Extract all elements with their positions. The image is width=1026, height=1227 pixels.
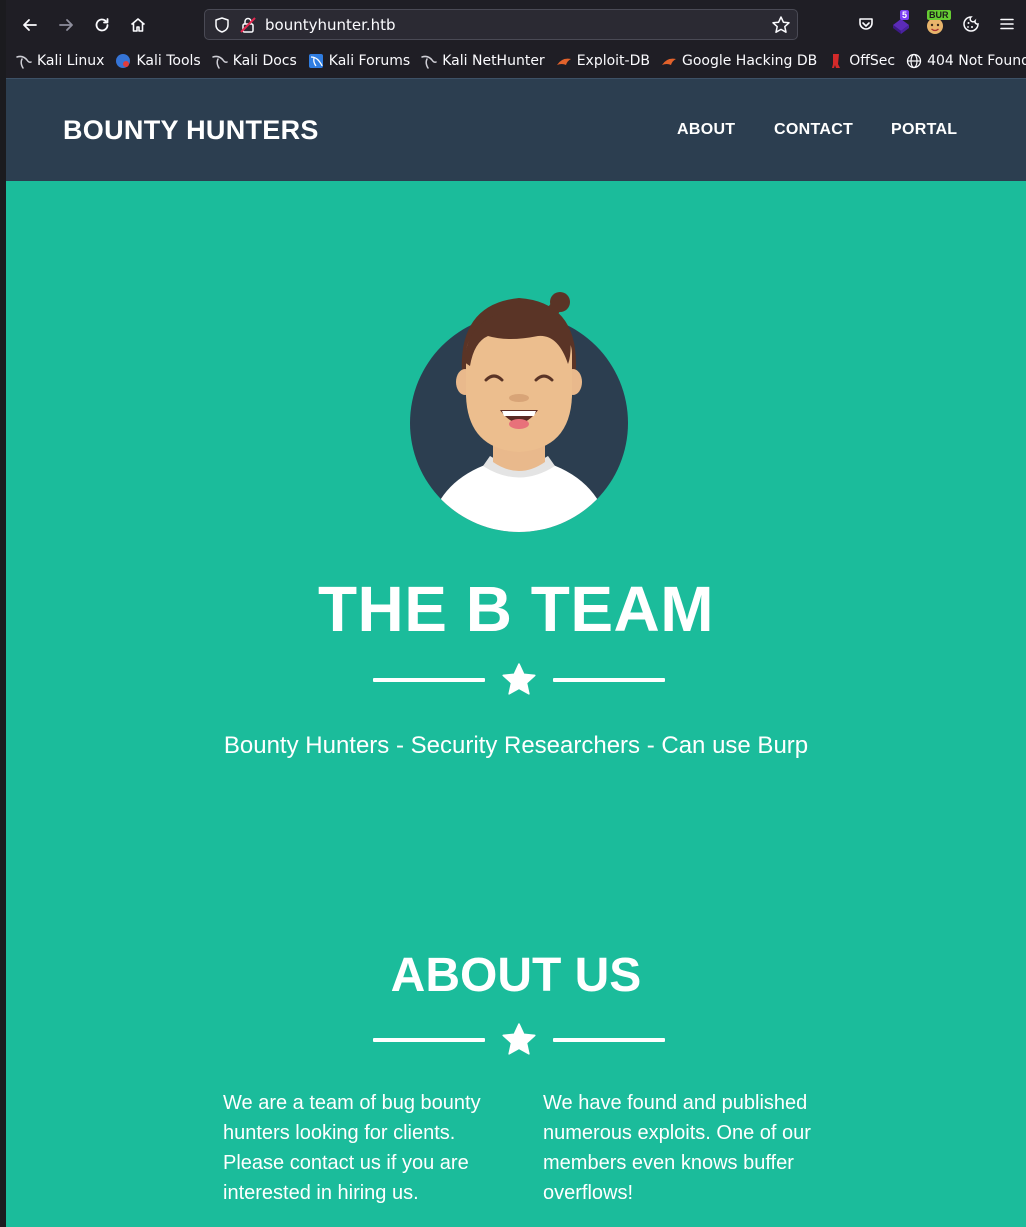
home-button[interactable] <box>124 11 152 39</box>
pocket-icon <box>859 18 873 30</box>
bookmark-kali-docs[interactable]: Kali Docs <box>211 53 297 69</box>
bookmark-label: Kali Linux <box>37 53 105 69</box>
burp-extension-button[interactable]: BUR <box>922 10 951 37</box>
bookmarks-toolbar: Kali Linux Kali Tools Kali Docs Kali For… <box>0 48 1026 74</box>
exploit-db-icon <box>556 58 571 65</box>
bookmark-404-not-found[interactable]: 404 Not Found <box>906 53 1026 69</box>
hero-star-divider <box>373 660 665 700</box>
insecure-lock-icon[interactable] <box>239 16 257 34</box>
divider-line <box>373 1038 485 1042</box>
bookmark-label: Kali Docs <box>232 53 297 69</box>
bookmark-label: Exploit-DB <box>576 53 650 69</box>
back-arrow-icon <box>23 19 37 31</box>
cookie-icon <box>963 16 979 32</box>
forward-button[interactable] <box>52 11 80 39</box>
site-brand-link[interactable]: BOUNTY HUNTERS <box>63 115 319 146</box>
bookmark-kali-forums[interactable]: Kali Forums <box>308 53 410 69</box>
exploit-db-icon <box>661 58 676 65</box>
window-left-edge <box>0 0 6 1227</box>
kali-dragon-icon <box>16 55 32 69</box>
bookmark-star-icon[interactable] <box>771 15 791 35</box>
extension-button[interactable]: 5 <box>888 10 914 37</box>
forward-arrow-icon <box>59 19 73 31</box>
url-text[interactable]: bountyhunter.htb <box>265 16 396 34</box>
address-bar[interactable]: bountyhunter.htb <box>204 9 798 40</box>
bookmark-google-hacking-db[interactable]: Google Hacking DB <box>661 53 817 69</box>
reload-icon <box>95 18 109 32</box>
browser-toolbar: bountyhunter.htb 5 BUR Kali Linux Kali T… <box>0 0 1026 78</box>
divider-line <box>553 1038 665 1042</box>
back-button[interactable] <box>16 11 44 39</box>
kali-forums-icon <box>308 54 323 68</box>
divider-line <box>373 678 485 682</box>
about-text-right: We have found and published numerous exp… <box>543 1092 811 1204</box>
bookmark-kali-tools[interactable]: Kali Tools <box>115 53 201 69</box>
kali-dragon-icon <box>421 55 437 69</box>
about-text-left: We are a team of bug bounty hunters look… <box>223 1092 481 1204</box>
site-navbar: BOUNTY HUNTERS ABOUT CONTACT PORTAL <box>6 78 1026 181</box>
hero-title: THE B TEAM <box>317 573 715 645</box>
extension-badge: 5 <box>900 10 910 20</box>
bookmark-exploit-db[interactable]: Exploit-DB <box>556 53 650 69</box>
bookmark-label: OffSec <box>849 53 896 69</box>
hero-subtitle: Bounty Hunters - Security Researchers - … <box>223 732 809 759</box>
globe-icon <box>906 53 922 69</box>
bookmark-label: Kali NetHunter <box>442 53 545 69</box>
bookmark-kali-linux[interactable]: Kali Linux <box>16 53 104 69</box>
offsec-icon <box>832 54 841 68</box>
bookmark-kali-nethunter[interactable]: Kali NetHunter <box>421 53 545 69</box>
about-star-divider <box>373 1020 665 1060</box>
home-icon <box>130 18 146 32</box>
kali-dragon-icon <box>211 55 228 69</box>
reload-button[interactable] <box>88 11 116 39</box>
bookmark-offsec[interactable]: OffSec <box>828 53 895 69</box>
divider-line <box>553 678 665 682</box>
avatar-illustration <box>410 292 628 532</box>
tracking-shield-icon[interactable] <box>213 16 231 34</box>
hamburger-menu-icon <box>1000 18 1014 30</box>
pocket-button[interactable] <box>853 11 879 37</box>
menu-button[interactable] <box>994 11 1020 37</box>
nav-link-about[interactable]: ABOUT <box>677 121 735 139</box>
kali-tools-icon <box>116 54 131 68</box>
bookmark-label: Google Hacking DB <box>681 53 818 69</box>
star-icon <box>502 663 536 695</box>
star-icon <box>502 1023 536 1055</box>
about-section-title: ABOUT US <box>390 949 642 1002</box>
cookie-extension-button[interactable] <box>958 11 984 37</box>
bookmark-label: Kali Forums <box>328 53 411 69</box>
nav-link-contact[interactable]: CONTACT <box>774 121 853 139</box>
nav-link-portal[interactable]: PORTAL <box>891 121 957 139</box>
burp-badge: BUR <box>927 10 951 20</box>
bookmark-label: Kali Tools <box>136 53 201 69</box>
bookmark-label: 404 Not Found <box>927 53 1026 69</box>
